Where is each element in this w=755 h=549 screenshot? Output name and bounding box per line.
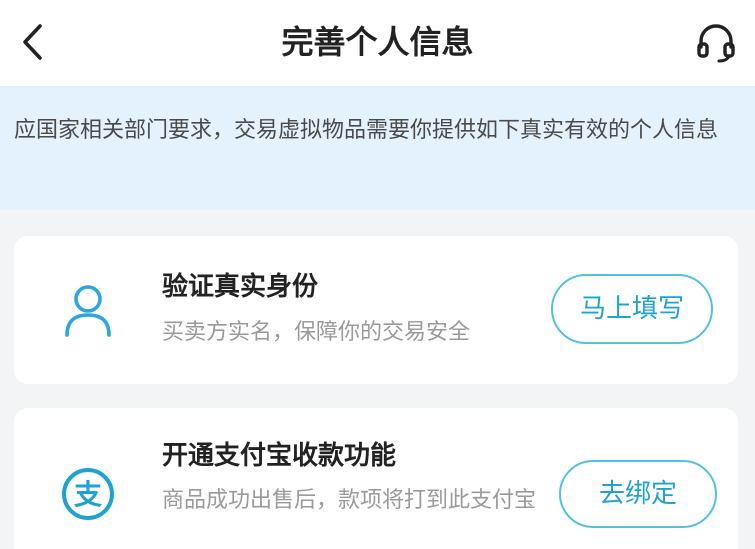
- alipay-icon-wrapper: 支: [58, 464, 118, 524]
- user-icon-wrapper: [58, 280, 118, 340]
- headset-icon: [697, 24, 735, 63]
- fill-in-now-button[interactable]: 马上填写: [551, 274, 713, 344]
- page-title: 完善个人信息: [281, 23, 474, 61]
- user-icon: [65, 285, 111, 337]
- notice-text: 应国家相关部门要求，交易虚拟物品需要你提供如下真实有效的个人信息: [14, 118, 719, 143]
- customer-service-button[interactable]: [693, 20, 739, 64]
- verify-identity-card: 验证真实身份 买卖方实名，保障你的交易安全 马上填写: [14, 236, 738, 384]
- alipay-icon-glyph: 支: [74, 478, 102, 511]
- top-nav-bar: 完善个人信息: [0, 0, 755, 86]
- card-description: 买卖方实名，保障你的交易安全: [162, 320, 471, 345]
- alipay-icon: 支: [62, 468, 114, 520]
- card-description: 商品成功出售后，款项将打到此支付宝: [162, 488, 537, 513]
- card-title: 验证真实身份: [162, 272, 319, 302]
- bind-alipay-button[interactable]: 去绑定: [559, 460, 717, 528]
- card-title: 开通支付宝收款功能: [162, 441, 397, 471]
- notice-banner: 应国家相关部门要求，交易虚拟物品需要你提供如下真实有效的个人信息: [0, 86, 755, 210]
- alipay-binding-card: 支 开通支付宝收款功能 商品成功出售后，款项将打到此支付宝 去绑定: [14, 408, 738, 549]
